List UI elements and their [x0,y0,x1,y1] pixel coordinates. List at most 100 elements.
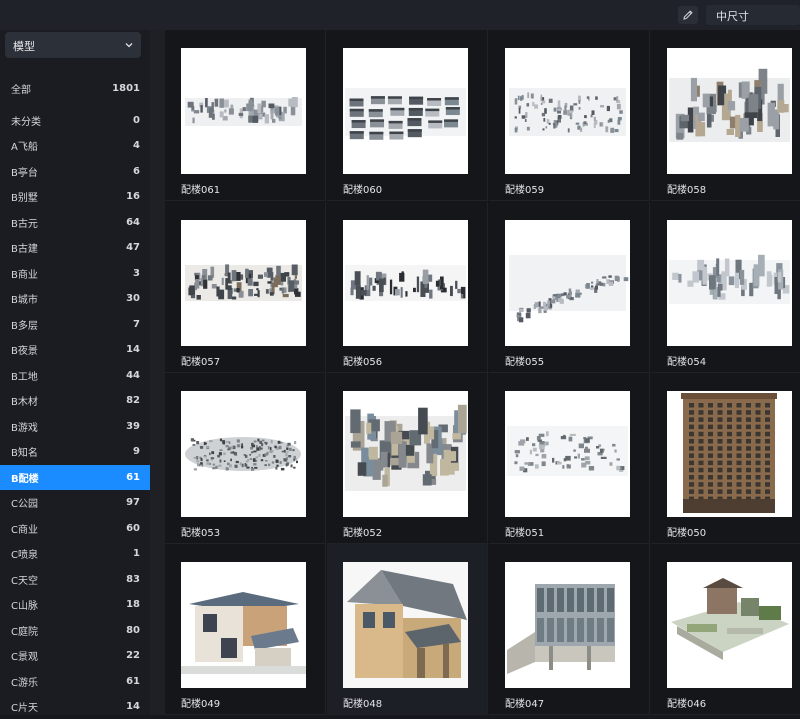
sidebar-item[interactable]: B商业 3 [0,261,150,286]
sidebar-item-label: B配楼 [11,474,39,485]
model-card[interactable]: 配楼049 [165,544,326,715]
model-card[interactable]: 配楼053 [165,373,326,544]
sidebar-item[interactable]: C山脉 18 [0,592,150,617]
sidebar-item-label: B多层 [11,321,38,332]
model-thumbnail-image [669,68,790,142]
model-card[interactable]: 配楼048 [327,544,488,715]
thumbnail-size-select[interactable]: 中尺寸 [706,5,800,25]
model-thumbnail[interactable] [505,562,630,688]
sidebar-item[interactable]: C商业 60 [0,516,150,541]
sidebar-item[interactable]: B亭台 6 [0,159,150,184]
model-card[interactable]: 配楼046 [651,544,800,715]
model-thumbnail[interactable] [667,48,792,174]
sidebar-item-count: 61 [126,676,140,687]
model-thumbnail[interactable] [343,220,468,346]
model-thumbnail[interactable] [343,562,468,688]
sidebar-item[interactable]: B多层 7 [0,312,150,337]
sidebar-item[interactable]: B古元 64 [0,210,150,235]
sidebar-item-label: B古建 [11,244,38,255]
model-thumbnail-image [509,88,626,136]
model-thumbnail-image [507,426,628,476]
sidebar-item[interactable]: C游乐 61 [0,669,150,694]
model-thumbnail[interactable] [667,562,792,688]
model-thumbnail[interactable] [343,48,468,174]
model-card[interactable]: 配楼059 [489,30,650,201]
sidebar-item-label: B商业 [11,270,38,281]
model-thumbnail[interactable] [181,220,306,346]
model-thumbnail[interactable] [505,391,630,517]
sidebar-item[interactable]: C庭院 80 [0,618,150,643]
sidebar-item-label: B工地 [11,372,38,383]
model-card[interactable]: 配楼050 [651,373,800,544]
sidebar-item[interactable]: 全部 1801 [0,76,150,101]
model-card[interactable]: 配楼051 [489,373,650,544]
model-name: 配楼051 [505,528,545,539]
sidebar-item-label: B木材 [11,397,38,408]
sidebar-item[interactable]: B游戏 39 [0,414,150,439]
model-thumbnail-image [181,562,306,688]
sidebar-item-label: B亭台 [11,168,38,179]
model-thumbnail-image [185,97,302,126]
sidebar-item[interactable]: 未分类 0 [0,108,150,133]
model-name: 配楼058 [667,185,707,196]
sidebar-item[interactable]: B夜景 14 [0,337,150,362]
sidebar-item[interactable]: C天空 83 [0,567,150,592]
sidebar-item[interactable]: B木材 82 [0,388,150,413]
model-card[interactable]: 配楼047 [489,544,650,715]
model-thumbnail[interactable] [181,562,306,688]
model-thumbnail[interactable] [505,220,630,346]
top-toolbar: 中尺寸 [0,0,800,30]
sidebar-item-label: C公园 [11,499,38,510]
asset-grid: 配楼061 配楼060 配楼059 配楼058 配楼057 配楼056 配楼055 配楼054… [165,30,800,715]
model-card[interactable]: 配楼052 [327,373,488,544]
model-card[interactable]: 配楼054 [651,202,800,373]
sidebar-item[interactable]: B古建 47 [0,235,150,260]
model-card[interactable]: 配楼061 [165,30,326,201]
sidebar-item-label: 未分类 [11,117,41,128]
model-name: 配楼054 [667,357,707,368]
model-name: 配楼060 [343,185,383,196]
sidebar-item[interactable]: B配楼 61 [0,465,150,490]
sidebar-item-label: A飞船 [11,142,38,153]
model-card[interactable]: 配楼058 [651,30,800,201]
edit-button[interactable] [678,6,698,24]
sidebar-item[interactable]: C公园 97 [0,490,150,515]
sidebar-item-label: B城市 [11,295,38,306]
model-thumbnail[interactable] [667,391,792,517]
sidebar-item[interactable]: B别墅 16 [0,184,150,209]
model-thumbnail[interactable] [181,391,306,517]
sidebar-item[interactable]: B知名 9 [0,439,150,464]
model-card[interactable]: 配楼056 [327,202,488,373]
sidebar-item-label: 全部 [11,85,31,96]
model-thumbnail-image [345,404,467,491]
model-name: 配楼047 [505,699,545,710]
model-name: 配楼046 [667,699,707,710]
sidebar-item[interactable]: C喷泉 1 [0,541,150,566]
sidebar-item[interactable]: C景观 22 [0,643,150,668]
sidebar-item[interactable]: B城市 30 [0,286,150,311]
sidebar-item-count: 0 [133,115,140,126]
sidebar-item-label: C庭院 [11,627,38,638]
sidebar-item-count: 4 [133,140,140,151]
sidebar-splitter[interactable] [150,30,165,715]
sidebar-item-count: 3 [133,268,140,279]
category-dropdown[interactable]: 模型 [5,32,141,58]
sidebar: 模型 全部 1801 未分类 0 A飞船 4 B亭台 6 B别墅 16 B古元 64 B古建 47 B商业 3… [0,30,150,715]
sidebar-item-count: 7 [133,319,140,330]
sidebar-item-label: C天空 [11,576,38,587]
model-thumbnail-image [681,393,777,513]
model-name: 配楼050 [667,528,707,539]
sidebar-item[interactable]: A飞船 4 [0,133,150,158]
model-thumbnail[interactable] [505,48,630,174]
model-name: 配楼059 [505,185,545,196]
model-card[interactable]: 配楼055 [489,202,650,373]
model-thumbnail[interactable] [343,391,468,517]
model-card[interactable]: 配楼057 [165,202,326,373]
sidebar-item[interactable]: C片天 14 [0,694,150,719]
model-thumbnail-image [667,562,792,688]
model-thumbnail[interactable] [667,220,792,346]
model-card[interactable]: 配楼060 [327,30,488,201]
model-thumbnail[interactable] [181,48,306,174]
pencil-icon [683,10,693,20]
sidebar-item[interactable]: B工地 44 [0,363,150,388]
